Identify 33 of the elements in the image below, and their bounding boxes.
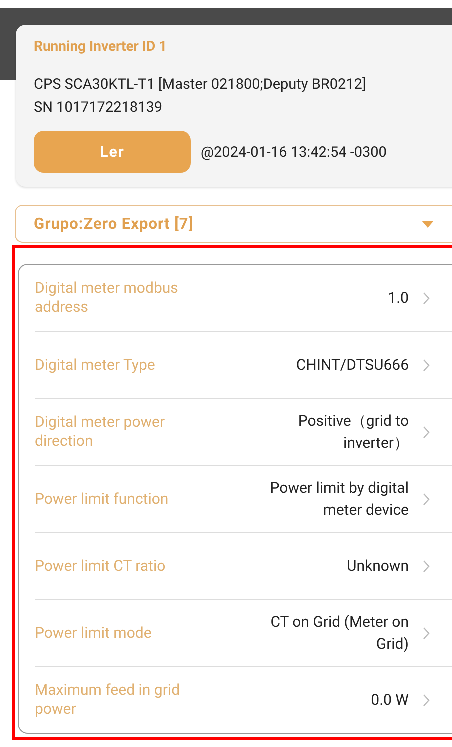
setting-row[interactable]: Digital meter power direction Positive（grid to inverter） <box>35 399 452 466</box>
card-title: Running Inverter ID 1 <box>34 39 168 55</box>
setting-value: Positive（grid to inverter） <box>297 411 409 454</box>
setting-row[interactable]: Power limit mode CT on Grid (Meter on Grid) <box>35 600 452 667</box>
chevron-icon <box>423 626 430 640</box>
inverter-model: CPS SCA30KTL-T1 [Master 021800;Deputy BR0212] <box>34 75 368 95</box>
setting-label: Digital meter power direction <box>35 413 166 451</box>
setting-row[interactable]: Maximum feed in grid power 0.0 W <box>35 667 452 733</box>
setting-row[interactable]: Digital meter modbus address 1.0 <box>35 265 452 332</box>
setting-value: CT on Grid (Meter on Grid) <box>270 612 409 655</box>
timestamp: @2024-01-16 13:42:54 -0300 <box>201 144 387 160</box>
chevron-icon <box>423 358 430 372</box>
caret-icon <box>422 220 434 228</box>
setting-label: Power limit mode <box>35 624 153 642</box>
chevron-icon <box>423 694 430 706</box>
setting-row[interactable]: Power limit function Power limit by digital meter device <box>35 466 452 533</box>
setting-value: CHINT/DTSU666 <box>295 355 409 376</box>
setting-label: Power limit CT ratio <box>35 556 167 576</box>
setting-row[interactable]: Digital meter Type CHINT/DTSU666 <box>35 332 452 399</box>
setting-value: 0.0 W <box>370 690 409 711</box>
setting-value: Power limit by digital meter device <box>269 478 409 521</box>
setting-value: 1.0 <box>387 288 409 309</box>
setting-value: Unknown <box>346 556 409 577</box>
serial-number: SN 1017172218139 <box>34 98 164 118</box>
setting-row[interactable]: Power limit CT ratio Unknown <box>35 533 452 600</box>
setting-label: Maximum feed in grid power <box>35 681 182 719</box>
chevron-icon <box>423 292 430 304</box>
chevron-icon <box>423 426 430 438</box>
setting-label: Digital meter modbus address <box>35 279 180 317</box>
setting-label: Power limit function <box>35 490 170 508</box>
chevron-icon <box>423 560 430 572</box>
setting-label: Digital meter Type <box>35 356 156 374</box>
chevron-icon <box>423 492 430 506</box>
